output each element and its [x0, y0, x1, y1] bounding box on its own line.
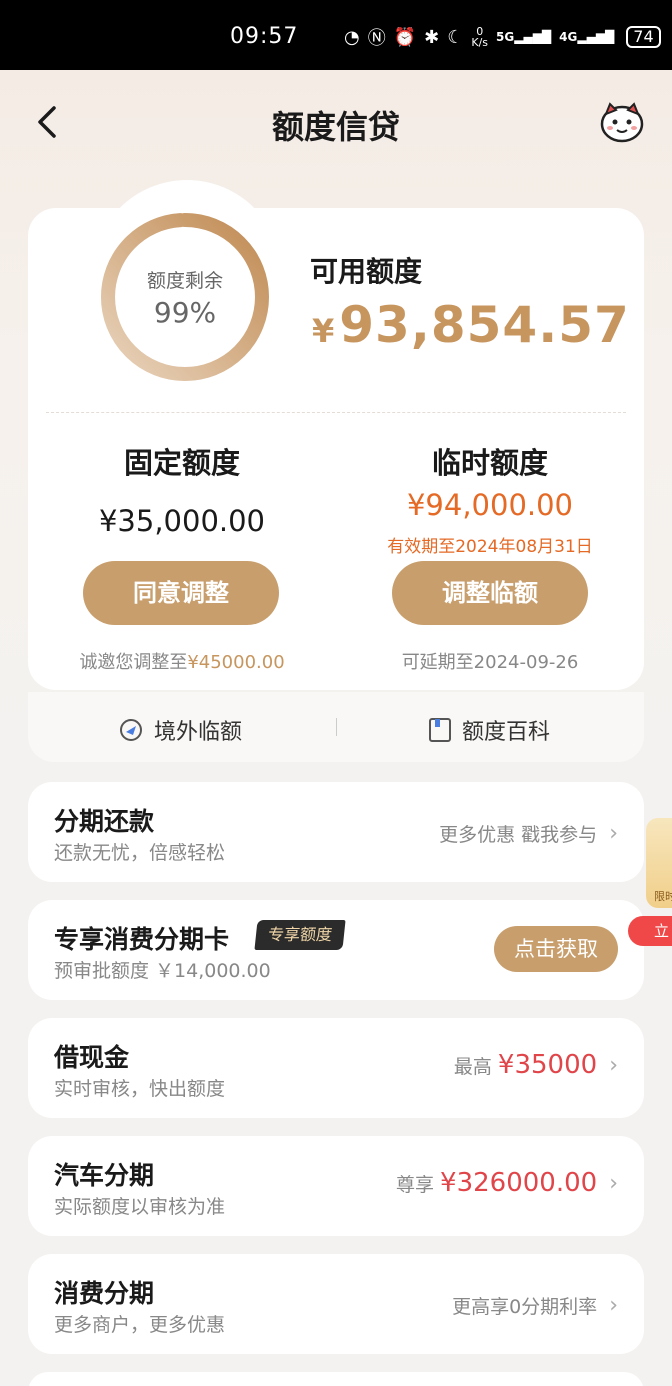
status-icons: ◔ Ⓝ ⏰ ✱ ☾ 0 K/s 5G▂▄▆█ 4G▂▄▆█ 74	[344, 24, 661, 50]
net-speed: 0 K/s	[471, 25, 489, 49]
chevron-right-icon: ›	[609, 1052, 618, 1078]
chevron-right-icon: ›	[609, 1293, 618, 1318]
fixed-credit-note: 诚邀您调整至¥45000.00	[79, 652, 285, 673]
quick-divider	[336, 718, 337, 736]
chevron-right-icon: ›	[609, 1170, 618, 1196]
row-subtitle: 实时审核，快出额度	[54, 1078, 226, 1100]
book-icon	[429, 718, 451, 742]
temp-credit-title: 临时额度	[431, 446, 548, 480]
bluetooth-icon: ✱	[424, 26, 440, 48]
temp-credit-validity: 有效期至2024年08月31日	[387, 537, 593, 557]
next-row-card	[28, 1372, 644, 1386]
car-installment-row[interactable]: 汽车分期 实际额度以审核为准 尊享 ¥326000.00 ›	[28, 1136, 644, 1236]
adjust-temp-credit-button[interactable]: 调整临额	[392, 561, 588, 625]
chevron-right-icon: ›	[609, 821, 618, 846]
alarm-icon: ⏰	[393, 26, 417, 48]
row-right-text: 更多优惠 戳我参与 ›	[439, 821, 618, 846]
row-title: 分期还款	[54, 807, 155, 836]
fixed-credit-amount: ¥35,000.00	[98, 504, 266, 538]
row-right-text: 尊享 ¥326000.00 ›	[396, 1168, 618, 1198]
divider	[46, 412, 626, 413]
status-bar: 09:57 ◔ Ⓝ ⏰ ✱ ☾ 0 K/s 5G▂▄▆█ 4G▂▄▆█ 74	[0, 0, 672, 70]
nav-bar: 额度信贷	[0, 70, 672, 174]
nfc-icon: Ⓝ	[367, 28, 386, 49]
row-right-text: 更高享0分期利率 ›	[452, 1293, 618, 1318]
ring-label: 额度剩余	[146, 270, 223, 292]
side-promo-button[interactable]: 立	[628, 916, 672, 946]
row-subtitle: 预审批额度 ￥14,000.00	[54, 960, 271, 982]
row-subtitle: 实际额度以审核为准	[54, 1196, 226, 1218]
get-card-button[interactable]: 点击获取	[494, 926, 618, 972]
side-promo-banner[interactable]: 限时	[646, 818, 672, 908]
temp-credit-note: 可延期至2024-09-26	[401, 652, 579, 673]
consumer-installment-row[interactable]: 消费分期 更多商户，更多优惠 更高享0分期利率 ›	[28, 1254, 644, 1354]
status-time: 09:57	[230, 24, 299, 49]
overseas-temp-credit-link[interactable]: 境外临额	[118, 714, 242, 746]
page-title: 额度信贷	[271, 108, 400, 146]
signal-4g-icon: 4G▂▄▆█	[559, 30, 615, 44]
exclusive-badge: 专享额度	[254, 920, 346, 950]
row-subtitle: 更多商户，更多优惠	[54, 1314, 226, 1336]
available-credit-amount: ¥93,854.57	[312, 296, 630, 354]
mascot-avatar-icon[interactable]	[598, 100, 646, 144]
battery-icon: 74	[626, 26, 661, 48]
available-credit-label: 可用额度	[310, 255, 423, 288]
borrow-cash-row[interactable]: 借现金 实时审核，快出额度 最高 ¥35000 ›	[28, 1018, 644, 1118]
installment-repay-row[interactable]: 分期还款 还款无忧，倍感轻松 更多优惠 戳我参与 ›	[28, 782, 644, 882]
row-title: 专享消费分期卡	[54, 925, 230, 954]
moon-icon: ☾	[447, 26, 464, 48]
temp-credit-amount: ¥94,000.00	[406, 488, 574, 522]
fixed-credit-title: 固定额度	[123, 446, 240, 480]
speedometer-icon: ◔	[344, 26, 360, 48]
row-title: 借现金	[54, 1043, 130, 1072]
row-subtitle: 还款无忧，倍感轻松	[54, 842, 226, 864]
row-title: 消费分期	[54, 1279, 155, 1308]
row-title: 汽车分期	[54, 1161, 155, 1190]
globe-plane-icon	[120, 719, 142, 741]
quick-links-bar: 境外临额 额度百科	[28, 692, 644, 762]
row-right-text: 最高 ¥35000 ›	[453, 1050, 618, 1080]
signal-5g-icon: 5G▂▄▆█	[496, 30, 552, 44]
credit-wiki-link[interactable]: 额度百科	[428, 714, 550, 746]
exclusive-card-row[interactable]: 专享消费分期卡 专享额度 预审批额度 ￥14,000.00 点击获取	[28, 900, 644, 1000]
agree-adjust-button[interactable]: 同意调整	[83, 561, 279, 625]
ring-value: 99%	[153, 296, 217, 329]
